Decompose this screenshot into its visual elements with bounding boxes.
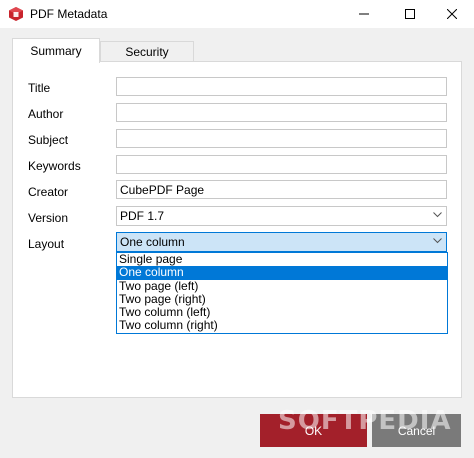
close-icon <box>447 9 457 19</box>
minimize-icon <box>359 13 369 15</box>
layout-label: Layout <box>28 237 65 251</box>
version-select[interactable]: PDF 1.7 <box>116 206 447 226</box>
app-logo-icon <box>9 7 23 21</box>
ok-button[interactable]: OK <box>260 414 367 447</box>
cancel-button[interactable]: Cancel <box>372 414 461 447</box>
ok-button-label: OK <box>304 423 323 438</box>
keywords-input[interactable] <box>116 155 447 174</box>
tab-security[interactable]: Security <box>100 41 194 62</box>
author-label: Author <box>28 107 64 121</box>
version-label: Version <box>28 211 69 225</box>
layout-option-two-page-left[interactable]: Two page (left) <box>117 279 447 293</box>
layout-option-one-column[interactable]: One column <box>117 266 447 280</box>
tab-summary[interactable]: Summary <box>12 38 100 63</box>
tab-security-label: Security <box>125 45 169 59</box>
layout-option-two-column-left[interactable]: Two column (left) <box>117 306 447 319</box>
layout-dropdown-list: Single page One column Two page (left) T… <box>116 252 448 334</box>
creator-input[interactable] <box>116 180 447 199</box>
chevron-down-icon <box>433 238 442 244</box>
layout-select[interactable]: One column <box>116 232 447 252</box>
version-value: PDF 1.7 <box>120 209 165 223</box>
author-input[interactable] <box>116 103 447 122</box>
creator-label: Creator <box>28 185 69 199</box>
layout-option-two-column-right[interactable]: Two column (right) <box>117 319 447 332</box>
minimize-button[interactable] <box>342 0 386 28</box>
title-label: Title <box>28 81 51 95</box>
chevron-down-icon <box>433 212 442 218</box>
maximize-button[interactable] <box>388 0 432 28</box>
layout-option-two-page-right[interactable]: Two page (right) <box>117 292 447 306</box>
layout-value: One column <box>120 235 185 249</box>
window-title: PDF Metadata <box>30 7 108 21</box>
title-bar: PDF Metadata <box>0 0 474 28</box>
subject-input[interactable] <box>116 129 447 148</box>
title-input[interactable] <box>116 77 447 96</box>
layout-option-single-page[interactable]: Single page <box>117 252 447 266</box>
close-button[interactable] <box>430 0 474 28</box>
tab-summary-label: Summary <box>30 44 82 58</box>
cancel-button-label: Cancel <box>397 423 436 438</box>
keywords-label: Keywords <box>28 159 81 173</box>
subject-label: Subject <box>28 133 69 147</box>
maximize-icon <box>405 9 415 19</box>
